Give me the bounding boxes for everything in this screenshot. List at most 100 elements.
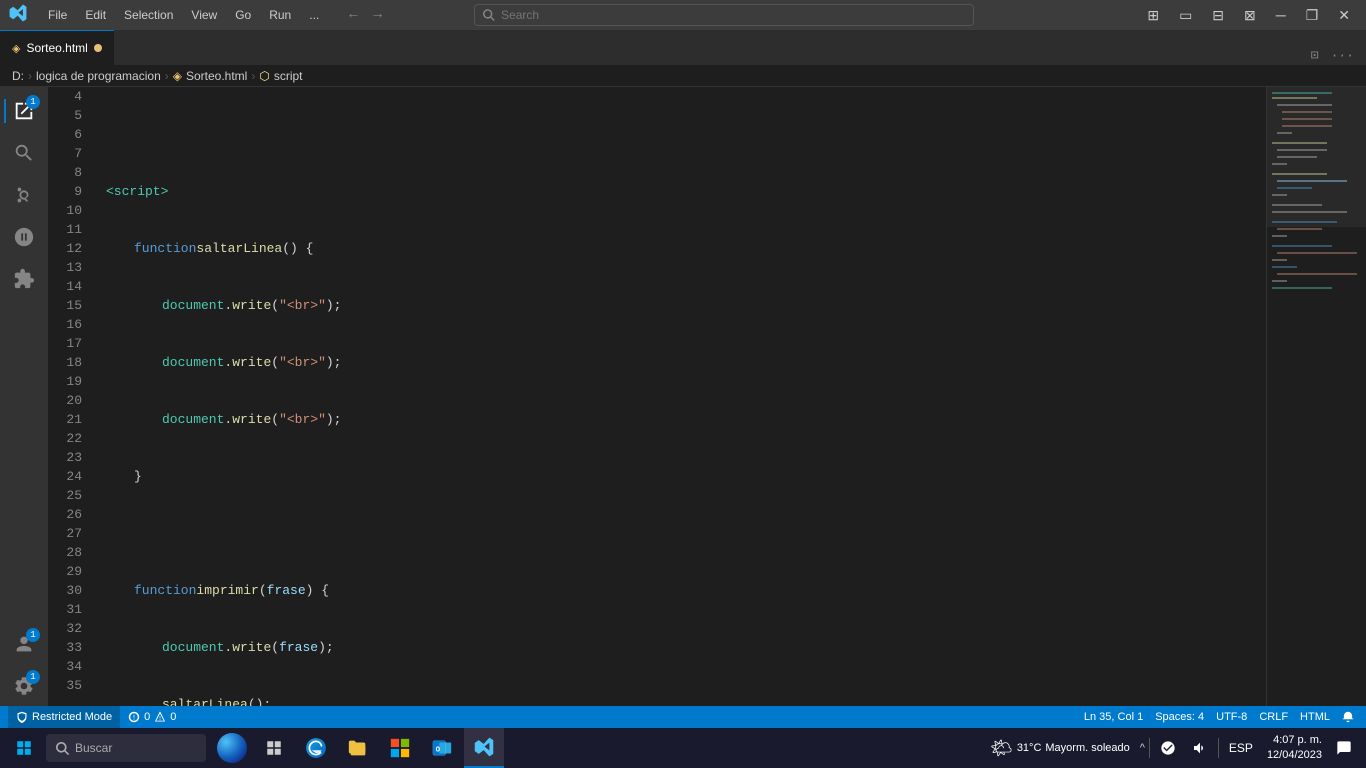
more-actions-button[interactable]: ··· <box>1327 46 1358 65</box>
code-line-6: function saltarLinea() { <box>106 239 1266 258</box>
line-num-26: 26 <box>48 505 90 524</box>
line-num-16: 16 <box>48 315 90 334</box>
language-setting[interactable]: HTML <box>1296 706 1334 728</box>
breadcrumb-script[interactable]: script <box>274 69 303 83</box>
line-num-23: 23 <box>48 448 90 467</box>
close-button[interactable]: ✕ <box>1330 5 1358 26</box>
menu-more[interactable]: ... <box>301 6 327 24</box>
encoding-setting[interactable]: UTF-8 <box>1212 706 1251 728</box>
activity-search[interactable] <box>4 133 44 173</box>
weather-emoji: 🌤 <box>990 738 1013 759</box>
line-num-32: 32 <box>48 619 90 638</box>
taskbar-right: 🌤 31°C Mayorm. soleado ^ ESP 4:07 p. m. … <box>984 728 1362 768</box>
menu-file[interactable]: File <box>40 6 75 24</box>
menu-edit[interactable]: Edit <box>77 6 114 24</box>
tab-modified-indicator <box>94 44 102 52</box>
breadcrumb-sep-3: › <box>251 69 255 83</box>
sidebar-toggle-button[interactable]: ⊟ <box>1204 5 1232 26</box>
activity-settings[interactable]: 1 <box>4 666 44 706</box>
taskbar-edge-app[interactable] <box>296 728 336 768</box>
line-ending-setting[interactable]: CRLF <box>1255 706 1292 728</box>
menu-selection[interactable]: Selection <box>116 6 181 24</box>
activity-source-control[interactable] <box>4 175 44 215</box>
activity-run-debug[interactable] <box>4 217 44 257</box>
task-view-icon <box>265 739 283 757</box>
line-num-17: 17 <box>48 334 90 353</box>
store-icon <box>389 737 411 759</box>
bell-icon <box>1342 711 1354 723</box>
taskbar-search-icon <box>56 742 69 755</box>
line-num-5: 5 <box>48 106 90 125</box>
code-line-5: <script> <box>106 182 1266 201</box>
spaces-text: Spaces: 4 <box>1155 711 1204 723</box>
tray-separator <box>1149 738 1150 758</box>
indentation-setting[interactable]: Spaces: 4 <box>1151 706 1208 728</box>
taskbar-task-view[interactable] <box>254 728 294 768</box>
taskbar-language[interactable]: ESP <box>1223 728 1259 768</box>
taskbar-globe-app[interactable] <box>212 728 252 768</box>
taskbar-search[interactable]: Buscar <box>46 734 206 762</box>
code-editor[interactable]: 4 5 6 7 8 9 10 11 12 13 14 15 16 17 18 1… <box>48 87 1366 706</box>
svg-text:O: O <box>436 747 441 755</box>
active-tab[interactable]: ◈ Sorteo.html <box>0 30 114 65</box>
line-num-33: 33 <box>48 638 90 657</box>
menu-go[interactable]: Go <box>227 6 259 24</box>
minimize-button[interactable]: ─ <box>1268 5 1294 26</box>
restore-button[interactable]: ❐ <box>1298 5 1327 26</box>
code-line-14: saltarLinea(); <box>106 695 1266 706</box>
nav-back-button[interactable]: ← <box>343 5 363 25</box>
search-input[interactable] <box>501 8 965 22</box>
search-bar[interactable] <box>474 4 974 26</box>
titlebar: File Edit Selection View Go Run ... ← → … <box>0 0 1366 30</box>
breadcrumb-file[interactable]: Sorteo.html <box>186 69 247 83</box>
taskbar: Buscar <box>0 728 1366 768</box>
taskbar-clock[interactable]: 4:07 p. m. 12/04/2023 <box>1263 733 1326 764</box>
layout-options-button[interactable]: ⊠ <box>1236 5 1264 26</box>
breadcrumb-sep-1: › <box>28 69 32 83</box>
layout-toggle-button[interactable]: ⊞ <box>1139 5 1167 26</box>
taskbar-vscode-app[interactable] <box>464 728 504 768</box>
cursor-position[interactable]: Ln 35, Col 1 <box>1080 706 1147 728</box>
nav-forward-button[interactable]: → <box>368 5 388 25</box>
line-num-6: 6 <box>48 125 90 144</box>
line-num-8: 8 <box>48 163 90 182</box>
taskbar-outlook-app[interactable]: O <box>422 728 462 768</box>
activity-extensions[interactable] <box>4 259 44 299</box>
titlebar-right: ⊞ ▭ ⊟ ⊠ ─ ❐ ✕ <box>1139 5 1358 26</box>
notification-center-icon <box>1336 740 1352 756</box>
errors-warnings-button[interactable]: 0 0 <box>120 706 184 728</box>
code-line-8: document.write("<br>"); <box>106 353 1266 372</box>
taskbar-weather[interactable]: 🌤 31°C Mayorm. soleado <box>984 737 1136 759</box>
taskbar-network[interactable] <box>1154 728 1182 768</box>
edge-icon <box>305 737 327 759</box>
split-editor-button[interactable]: ⊡ <box>1307 46 1323 65</box>
breadcrumb-folder[interactable]: logica de programacion <box>36 69 161 83</box>
status-right: Ln 35, Col 1 Spaces: 4 UTF-8 CRLF HTML <box>1080 706 1358 728</box>
start-button[interactable] <box>4 728 44 768</box>
menu-view[interactable]: View <box>183 6 225 24</box>
taskbar-notification-center[interactable] <box>1330 728 1358 768</box>
activity-explorer[interactable]: 1 <box>4 91 44 131</box>
line-num-13: 13 <box>48 258 90 277</box>
code-line-12: function imprimir(frase) { <box>106 581 1266 600</box>
menu-run[interactable]: Run <box>261 6 299 24</box>
breadcrumb-drive[interactable]: D: <box>12 69 24 83</box>
code-content[interactable]: <script> function saltarLinea() { docume… <box>98 87 1266 706</box>
tab-filename: Sorteo.html <box>26 41 87 55</box>
taskbar-file-explorer-app[interactable] <box>338 728 378 768</box>
line-numbers: 4 5 6 7 8 9 10 11 12 13 14 15 16 17 18 1… <box>48 87 98 706</box>
activity-account[interactable]: 1 <box>4 624 44 664</box>
line-num-10: 10 <box>48 201 90 220</box>
line-num-19: 19 <box>48 372 90 391</box>
tab-controls: ⊡ ··· <box>1307 46 1366 65</box>
notifications-button[interactable] <box>1338 706 1358 728</box>
panel-toggle-button[interactable]: ▭ <box>1171 5 1200 26</box>
menu-bar: File Edit Selection View Go Run ... <box>40 6 327 24</box>
main-area: 1 1 1 4 5 6 7 8 <box>0 87 1366 706</box>
taskbar-store-app[interactable] <box>380 728 420 768</box>
taskbar-speaker[interactable] <box>1186 728 1214 768</box>
tray-expand-button[interactable]: ^ <box>1140 742 1145 754</box>
breadcrumb-sep-2: › <box>165 69 169 83</box>
restricted-mode-button[interactable]: Restricted Mode <box>8 706 120 728</box>
statusbar: Restricted Mode 0 0 Ln 35, Col 1 Spaces:… <box>0 706 1366 728</box>
